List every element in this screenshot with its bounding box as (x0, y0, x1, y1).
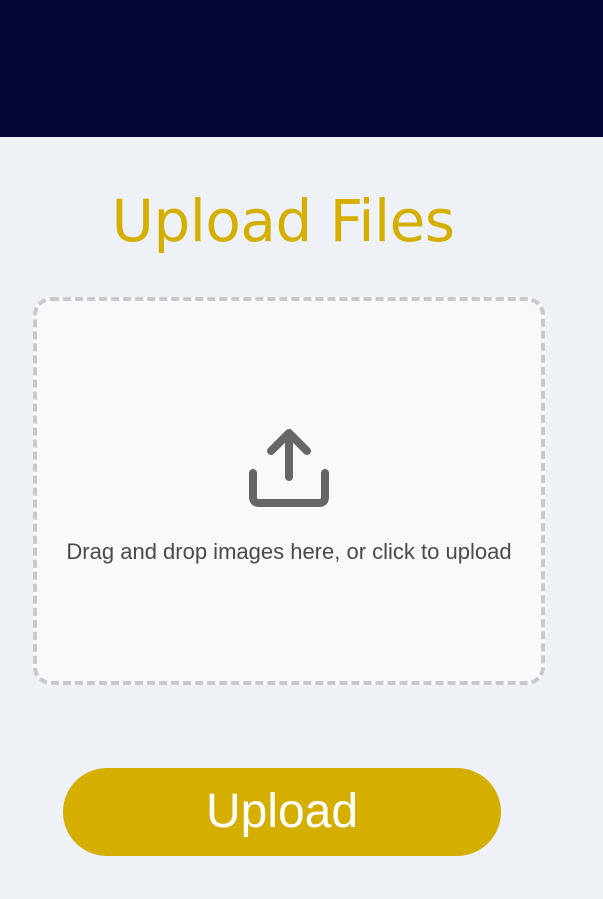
drop-zone-instructions: Drag and drop images here, or click to u… (66, 539, 512, 564)
upload-button-label: Upload (205, 785, 359, 838)
file-drop-zone[interactable]: Drag and drop images here, or click to u… (33, 297, 545, 685)
top-header-bar (0, 0, 603, 137)
upload-button[interactable]: Upload (63, 768, 501, 856)
page-title: Upload Files (111, 187, 455, 255)
upload-icon (247, 425, 331, 509)
